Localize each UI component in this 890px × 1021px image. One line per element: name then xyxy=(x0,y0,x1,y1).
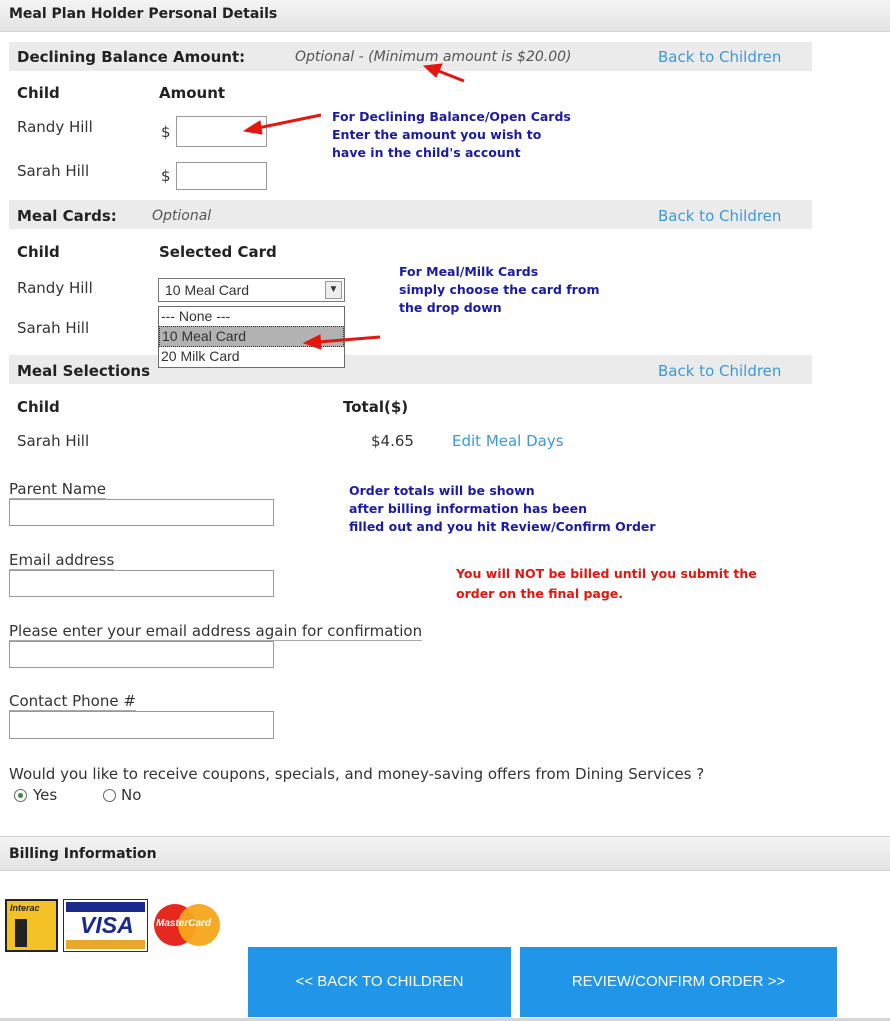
annotation-arrows xyxy=(242,63,465,350)
arrow-to-dropdown-option xyxy=(302,334,381,350)
arrow-to-minimum-note xyxy=(422,63,465,83)
arrow-to-amount-input xyxy=(242,113,322,135)
